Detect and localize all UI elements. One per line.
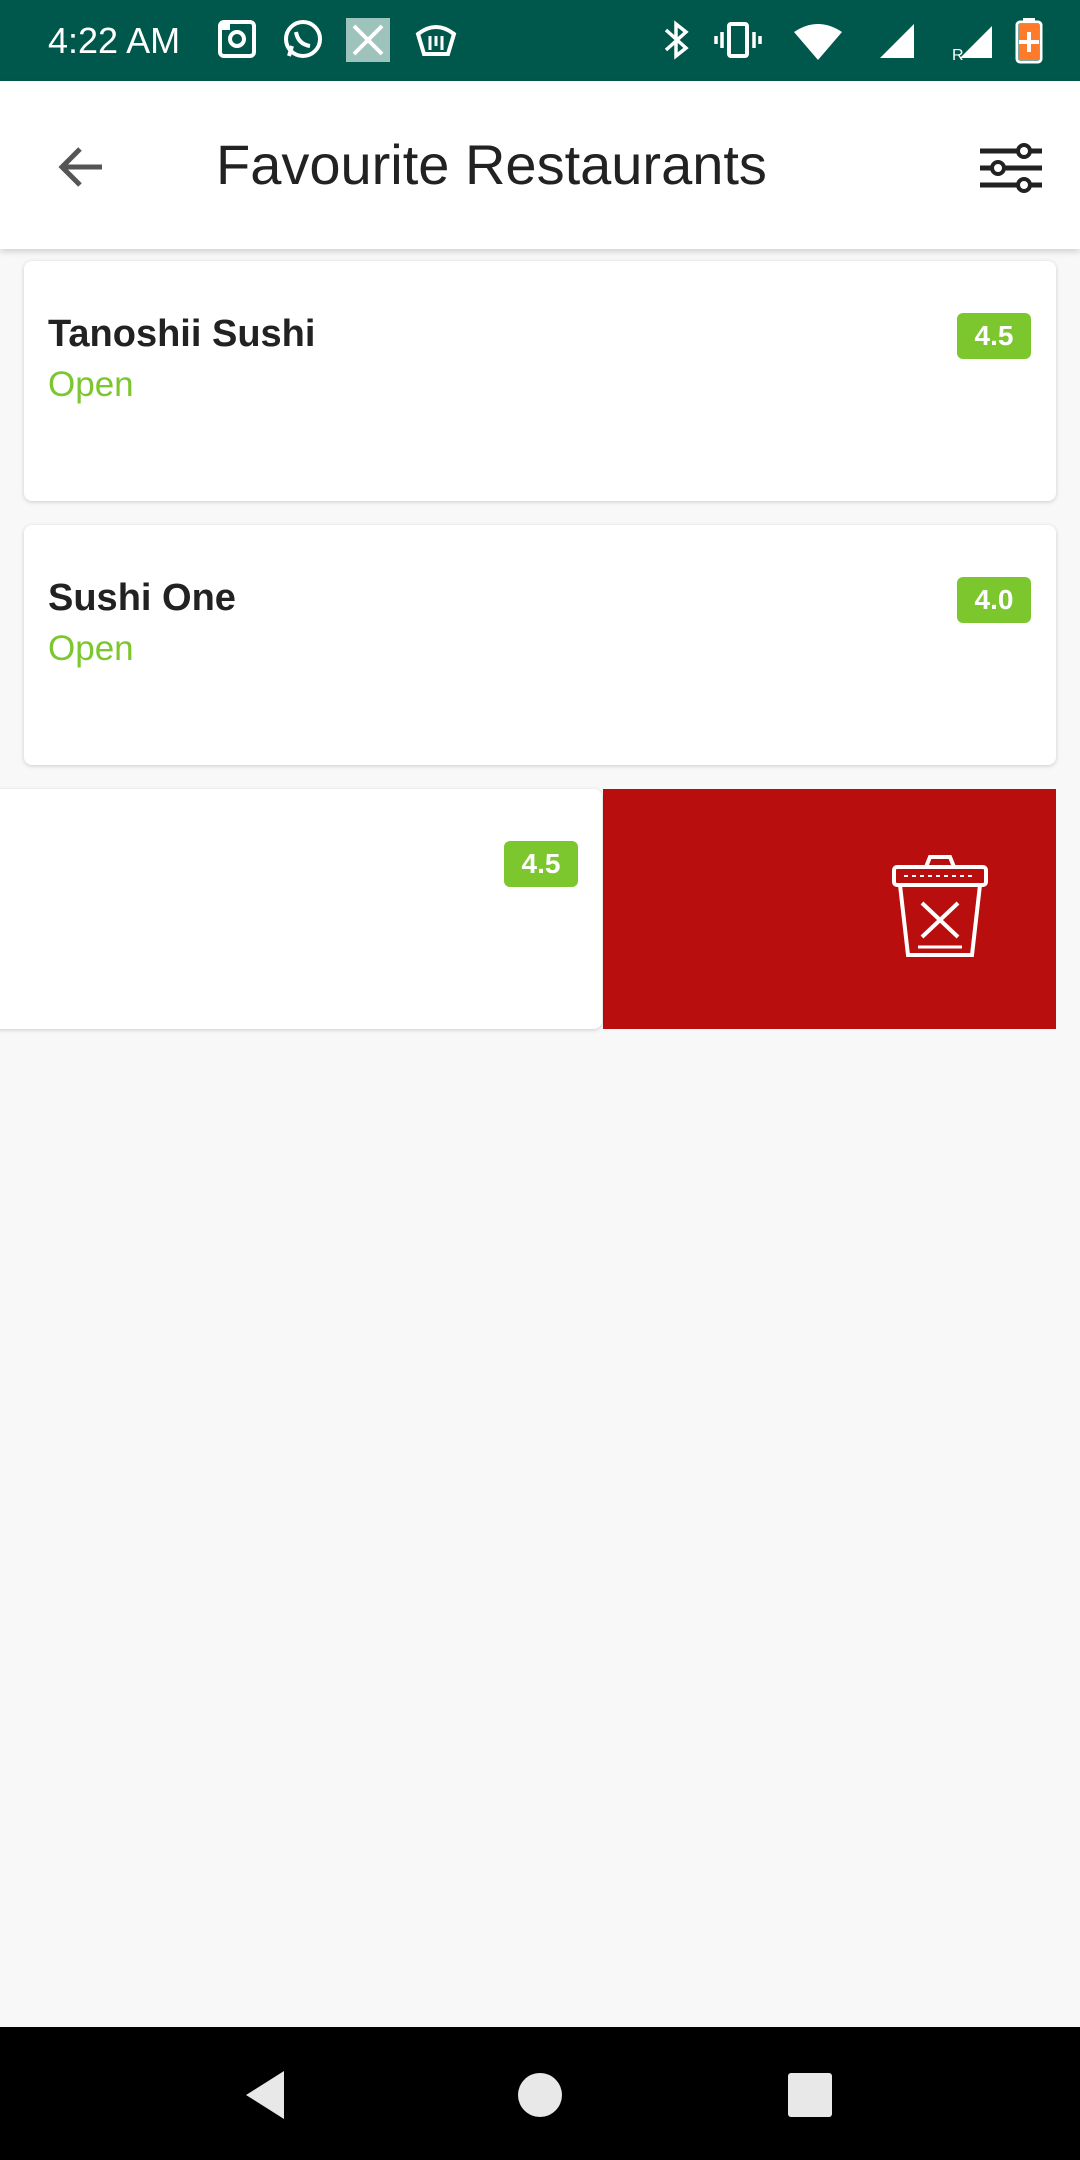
restaurant-status: Open bbox=[48, 629, 134, 668]
system-nav-bar bbox=[0, 2027, 1080, 2160]
restaurant-card[interactable]: Tanoshii Sushi Open 4.5 bbox=[24, 261, 1056, 501]
back-triangle-icon[interactable] bbox=[236, 2063, 300, 2127]
bluetooth-icon bbox=[664, 20, 689, 60]
swipe-delete-action[interactable] bbox=[603, 789, 1056, 1029]
signal-roaming-icon: R bbox=[952, 26, 992, 64]
rating-badge: 4.5 bbox=[957, 313, 1031, 359]
battery-icon bbox=[1015, 18, 1043, 64]
restaurant-card-swiped[interactable]: 4.5 bbox=[0, 789, 602, 1029]
restaurant-name: Sushi One bbox=[48, 577, 236, 619]
svg-text:R: R bbox=[952, 47, 964, 64]
vibrate-icon bbox=[714, 22, 762, 58]
app-bar: Favourite Restaurants bbox=[0, 81, 1080, 249]
trash-delete-icon[interactable] bbox=[888, 851, 992, 961]
close-app-icon bbox=[346, 18, 390, 62]
wifi-icon bbox=[794, 24, 842, 60]
restaurant-status: Open bbox=[48, 365, 134, 404]
whatsapp-icon bbox=[284, 20, 322, 58]
signal-icon bbox=[880, 24, 914, 58]
arrow-back-icon[interactable] bbox=[50, 133, 118, 201]
tune-icon[interactable] bbox=[976, 133, 1046, 203]
home-circle-icon[interactable] bbox=[508, 2063, 572, 2127]
status-time: 4:22 AM bbox=[48, 20, 181, 61]
restaurant-name: Tanoshii Sushi bbox=[48, 313, 316, 355]
recents-square-icon[interactable] bbox=[778, 2063, 842, 2127]
rating-badge: 4.0 bbox=[957, 577, 1031, 623]
trexx-icon bbox=[415, 25, 457, 56]
status-bar: 4:22 AM R bbox=[0, 0, 1080, 81]
restaurant-card[interactable]: Sushi One Open 4.0 bbox=[24, 525, 1056, 765]
page-title: Favourite Restaurants bbox=[216, 133, 767, 196]
rating-badge: 4.5 bbox=[504, 841, 578, 887]
notification-camera-icon bbox=[218, 20, 256, 58]
